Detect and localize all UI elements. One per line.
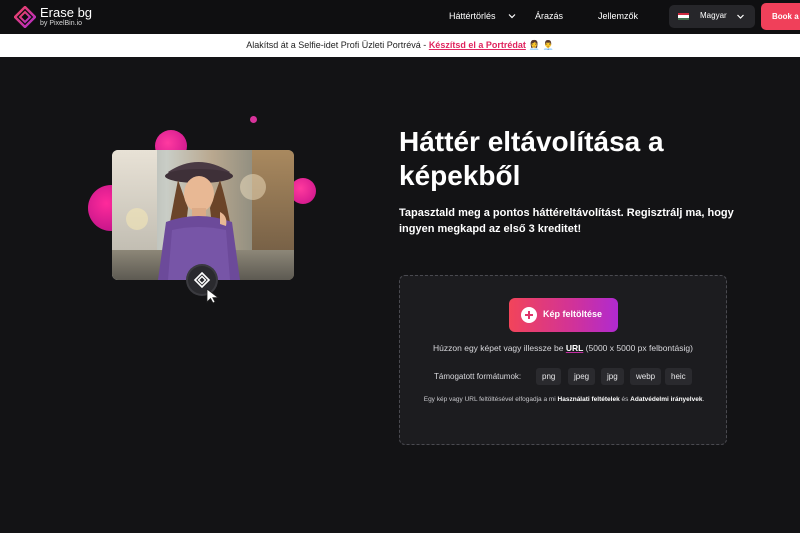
drag-hint-text: Húzzon egy képet vagy illessze be xyxy=(433,343,566,353)
brand-byline: by PixelBin.io xyxy=(40,20,83,27)
nav-item-features[interactable]: Jellemzők xyxy=(598,11,638,21)
promo-banner: Alakítsd át a Selfie-idet Profi Üzleti P… xyxy=(0,34,800,57)
book-demo-label: Book a xyxy=(772,12,799,21)
language-selector[interactable]: Magyar xyxy=(669,5,755,28)
erase-bg-logo-icon xyxy=(14,6,36,28)
paste-url-link[interactable]: URL xyxy=(566,343,583,353)
upload-button-label: Kép feltöltése xyxy=(543,309,603,319)
resolution-limit-text: (5000 x 5000 px felbontásig) xyxy=(583,343,693,353)
format-badge-heic: heic xyxy=(665,368,692,385)
page-subtitle: Tapasztald meg a pontos háttéreltávolítá… xyxy=(399,207,734,235)
formats-label: Támogatott formátumok: xyxy=(434,372,522,381)
format-badge-webp: webp xyxy=(630,368,662,385)
terms-of-use-link[interactable]: Használati feltételek xyxy=(558,396,620,403)
format-badge-png: png xyxy=(536,368,562,385)
terms-period: . xyxy=(702,396,705,403)
brand-logo[interactable]: Erase bg by PixelBin.io xyxy=(14,4,114,30)
language-label: Magyar xyxy=(700,11,727,20)
decorative-blob xyxy=(250,116,257,123)
hungary-flag-icon xyxy=(678,13,689,20)
upload-image-button[interactable]: Kép feltöltése xyxy=(509,298,618,332)
promo-link[interactable]: Készítsd el a Portrédat xyxy=(429,40,526,50)
format-badge-jpeg: jpeg xyxy=(568,368,596,385)
upload-cursor xyxy=(188,266,222,306)
promo-emoji: 👩‍💼 👨‍💼 xyxy=(528,40,554,50)
privacy-policy-link[interactable]: Adatvédelmi irányelvek xyxy=(630,396,702,403)
sample-photo xyxy=(112,150,294,280)
terms-text: Egy kép vagy URL feltöltésével elfogadja… xyxy=(423,396,558,403)
page-title: Háttér eltávolítása a képekből xyxy=(399,126,664,191)
top-navbar: Erase bg by PixelBin.io Háttértörlés Ára… xyxy=(0,0,800,34)
plus-icon xyxy=(521,307,537,323)
terms-and-text: és xyxy=(619,396,631,403)
promo-text: Alakítsd át a Selfie-idet Profi Üzleti P… xyxy=(246,40,429,50)
format-badge-jpg: jpg xyxy=(601,368,624,385)
brand-name: Erase bg xyxy=(40,5,93,20)
drag-drop-hint: Húzzon egy képet vagy illessze be URL (5… xyxy=(400,343,726,353)
nav-item-background-removal[interactable]: Háttértörlés xyxy=(449,11,496,21)
woman-portrait-illustration xyxy=(158,162,240,280)
mouse-pointer-icon xyxy=(206,288,220,304)
chevron-down-icon xyxy=(737,14,744,19)
supported-formats: Támogatott formátumok: png jpeg jpg webp… xyxy=(434,368,724,386)
nav-item-pricing[interactable]: Árazás xyxy=(535,11,563,21)
book-demo-button[interactable]: Book a xyxy=(761,3,800,30)
upload-dropzone[interactable]: Kép feltöltése Húzzon egy képet vagy ill… xyxy=(399,275,727,445)
chevron-down-icon xyxy=(508,14,516,19)
terms-notice: Egy kép vagy URL feltöltésével elfogadja… xyxy=(420,393,708,406)
